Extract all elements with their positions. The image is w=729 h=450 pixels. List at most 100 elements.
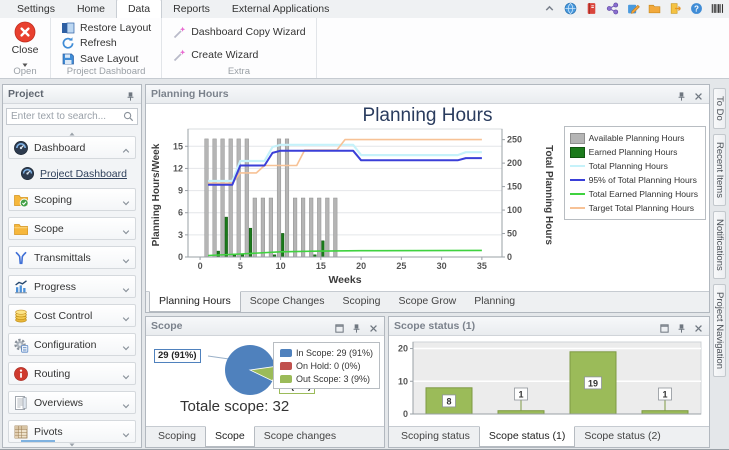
legend-label: Target Total Planning Hours <box>589 203 694 213</box>
legend-label: Total Earned Planning Hours <box>589 189 698 199</box>
maximize-icon[interactable] <box>334 321 345 332</box>
folder-icon[interactable] <box>648 2 661 15</box>
close-button[interactable]: Close <box>6 20 44 65</box>
svg-text:100: 100 <box>507 205 522 215</box>
sidebar-scrollbar[interactable] <box>3 436 141 447</box>
save-layout-button[interactable]: Save Layout <box>57 51 155 66</box>
search-input[interactable] <box>6 108 138 125</box>
wizard-icon <box>172 25 186 39</box>
sidebar-item-scope[interactable]: Scope <box>8 217 136 240</box>
sidebar-item-overviews[interactable]: Overviews <box>8 391 136 414</box>
scroll-up-button[interactable] <box>3 127 141 135</box>
legend-item: 95% of Total Planning Hours <box>570 173 698 187</box>
scope-chart-area: 29 (91%)3 (9%) In Scope: 29 (91%)On Hold… <box>146 336 384 426</box>
legend-swatch <box>570 207 585 209</box>
status-tab-scoping-status[interactable]: Scoping status <box>392 427 479 447</box>
chevron-down-icon[interactable] <box>121 340 131 350</box>
sidebar-item-dashboard[interactable]: Dashboard <box>8 136 136 159</box>
sidebar-header: Project <box>3 85 141 104</box>
legend-swatch <box>280 349 292 357</box>
planning-tab-planning[interactable]: Planning <box>465 292 524 312</box>
ribbon-tab-data[interactable]: Data <box>116 0 162 18</box>
sidebar-link-label[interactable]: Project Dashboard <box>40 168 127 180</box>
status-tab-scope-status-1[interactable]: Scope status (1) <box>479 426 575 447</box>
legend-label: Out Scope: 3 (9%) <box>296 374 370 384</box>
sidebar-item-cost-control[interactable]: Cost Control <box>8 304 136 327</box>
globe-icon[interactable] <box>564 2 577 15</box>
sidebar-item-progress[interactable]: Progress <box>8 275 136 298</box>
scope-tab-scope-changes[interactable]: Scope changes <box>255 427 345 447</box>
chevron-down-icon[interactable] <box>121 224 131 234</box>
dock-tab-to-do[interactable]: To Do <box>713 88 726 129</box>
share-nodes-icon[interactable] <box>606 2 619 15</box>
dock-tab-project-navigation[interactable]: Project Navigation <box>713 284 726 377</box>
legend-label: Earned Planning Hours <box>589 147 678 157</box>
close-icon[interactable] <box>368 321 379 332</box>
pin-icon[interactable] <box>676 321 687 332</box>
pin-icon[interactable] <box>676 89 687 100</box>
close-icon[interactable] <box>693 321 704 332</box>
help-icon[interactable]: ? <box>690 2 703 15</box>
scroll-down-button[interactable] <box>67 437 77 447</box>
scope-panel-header: Scope <box>146 317 384 336</box>
refresh-icon <box>61 36 75 50</box>
dock-tab-notifications[interactable]: Notifications <box>713 211 726 279</box>
barcode-icon[interactable] <box>711 2 724 15</box>
chevron-down-icon[interactable] <box>121 195 131 205</box>
pie-legend-item: Out Scope: 3 (9%) <box>280 372 373 385</box>
pin-icon[interactable] <box>125 89 136 100</box>
dock-tab-recent-items[interactable]: Recent Items <box>713 134 726 206</box>
sidebar-item-scoping[interactable]: Scoping <box>8 188 136 211</box>
chevron-up-icon[interactable] <box>121 143 131 153</box>
chevron-down-icon[interactable] <box>121 398 131 408</box>
collapse-ribbon-icon[interactable] <box>543 2 556 15</box>
planning-tab-scoping[interactable]: Scoping <box>334 292 390 312</box>
scope-panel-title: Scope <box>151 320 328 332</box>
scope-tab-scope[interactable]: Scope <box>205 426 255 447</box>
export-icon[interactable] <box>669 2 682 15</box>
sidebar-link-project-dashboard[interactable]: Project Dashboard <box>20 165 136 182</box>
chevron-down-icon[interactable] <box>121 282 131 292</box>
chevron-down-icon[interactable] <box>121 369 131 379</box>
close-icon[interactable] <box>693 89 704 100</box>
svg-text:6: 6 <box>178 208 183 218</box>
sidebar-item-label: Routing <box>34 368 121 380</box>
sidebar-item-label: Transmittals <box>34 252 121 264</box>
sidebar-item-configuration[interactable]: Configuration <box>8 333 136 356</box>
sidebar-item-label: Overviews <box>34 397 121 409</box>
folder-check-icon <box>13 192 29 208</box>
gauge-icon <box>13 140 29 156</box>
planning-tab-planning-hours[interactable]: Planning Hours <box>149 291 241 312</box>
planning-tab-scope-grow[interactable]: Scope Grow <box>389 292 465 312</box>
svg-text:5: 5 <box>238 261 243 271</box>
legend-item: Total Earned Planning Hours <box>570 187 698 201</box>
sidebar-item-routing[interactable]: Routing <box>8 362 136 385</box>
ribbon-tab-settings[interactable]: Settings <box>6 0 66 18</box>
chevron-down-icon[interactable] <box>121 253 131 263</box>
ribbon-tab-reports[interactable]: Reports <box>162 0 221 18</box>
scope-status-bar-chart: 8119101020 <box>389 336 709 426</box>
chevron-down-icon[interactable] <box>121 427 131 437</box>
edit-icon[interactable] <box>627 2 640 15</box>
ribbon-tab-external-applications[interactable]: External Applications <box>221 0 340 18</box>
legend-label: Total Planning Hours <box>589 161 668 171</box>
create-wizard-button[interactable]: Create Wizard <box>168 47 309 62</box>
scrollbar-thumb[interactable] <box>21 440 55 442</box>
legend-label: On Hold: 0 (0%) <box>296 361 361 371</box>
sidebar-item-transmittals[interactable]: Transmittals <box>8 246 136 269</box>
chevron-down-icon[interactable] <box>121 311 131 321</box>
planning-tab-scope-changes[interactable]: Scope Changes <box>241 292 334 312</box>
chart-bars-icon <box>13 279 29 295</box>
scope-status-panel: Scope status (1) 8119101020 Scoping stat… <box>388 316 710 448</box>
documentation-icon[interactable] <box>585 2 598 15</box>
status-tab-scope-status-2[interactable]: Scope status (2) <box>575 427 669 447</box>
scope-tab-scoping[interactable]: Scoping <box>149 427 205 447</box>
restore-layout-button[interactable]: Restore Layout <box>57 20 155 35</box>
legend-swatch <box>570 165 585 167</box>
maximize-icon[interactable] <box>659 321 670 332</box>
dashboard-copy-wizard-button[interactable]: Dashboard Copy Wizard <box>168 24 309 39</box>
ribbon-tab-home[interactable]: Home <box>66 0 116 18</box>
ribbon-group-label: Extra <box>162 66 315 77</box>
pin-icon[interactable] <box>351 321 362 332</box>
refresh-button[interactable]: Refresh <box>57 36 155 51</box>
